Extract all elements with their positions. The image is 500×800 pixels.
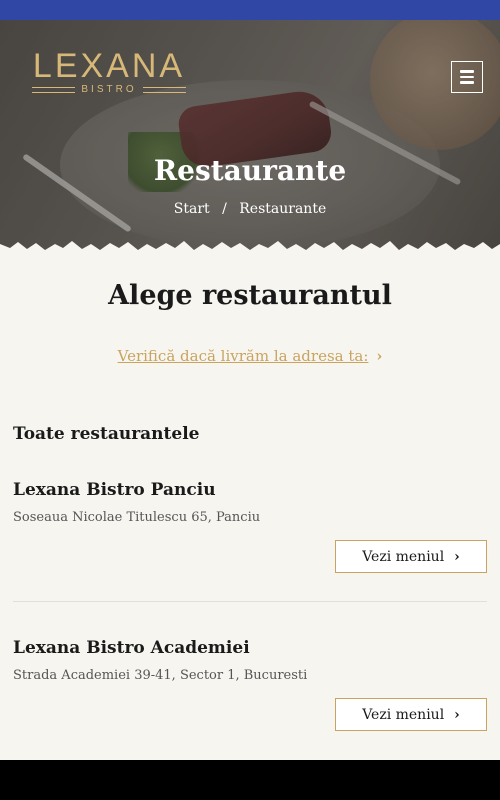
check-delivery-text: Verifică dacă livrăm la adresa ta: [117,347,369,365]
status-bar [0,0,500,20]
logo-rule-left [32,86,76,93]
breadcrumb-home-link[interactable]: Start [174,201,210,217]
breadcrumb: Start / Restaurante [0,201,500,217]
brand-logo[interactable]: LEXANA BISTRO [32,47,187,95]
breadcrumb-current: Restaurante [239,201,327,217]
logo-rule-right [142,86,187,93]
choose-restaurant-heading: Alege restaurantul [108,280,392,311]
check-delivery-link[interactable]: Verifică dacă livrăm la adresa ta: › [0,347,500,365]
restaurant-card: Lexana Bistro Academiei Strada Academiei… [13,638,487,731]
logo-subtitle: BISTRO [32,84,187,95]
view-menu-label: Vezi meniul [362,706,445,723]
chevron-right-icon: › [454,548,460,565]
restaurant-name: Lexana Bistro Academiei [13,638,250,658]
hamburger-icon-line [460,75,474,79]
restaurant-address: Soseaua Nicolae Titulescu 65, Panciu [13,510,261,525]
restaurant-card: Lexana Bistro Panciu Soseaua Nicolae Tit… [13,480,487,573]
logo-wordmark: LEXANA [32,47,186,85]
page-title: Restaurante [153,154,347,187]
view-menu-button[interactable]: Vezi meniul › [335,698,487,731]
breadcrumb-separator: / [222,201,227,217]
torn-paper-edge [0,241,500,260]
system-navigation-bar [0,760,500,800]
menu-button[interactable] [451,61,483,93]
logo-subtitle-text: BISTRO [81,84,137,95]
hamburger-icon [460,70,474,73]
chevron-right-icon: › [454,706,460,723]
all-restaurants-heading: Toate restaurantele [13,424,200,444]
hero-banner: LEXANA BISTRO Restaurante Start / Restau… [0,20,500,256]
hamburger-icon-line [460,81,474,84]
view-menu-label: Vezi meniul [362,548,445,565]
restaurant-address: Strada Academiei 39-41, Sector 1, Bucure… [13,668,308,683]
restaurant-name: Lexana Bistro Panciu [13,480,216,500]
view-menu-button[interactable]: Vezi meniul › [335,540,487,573]
restaurant-divider [13,601,487,602]
chevron-right-icon: › [376,347,383,365]
